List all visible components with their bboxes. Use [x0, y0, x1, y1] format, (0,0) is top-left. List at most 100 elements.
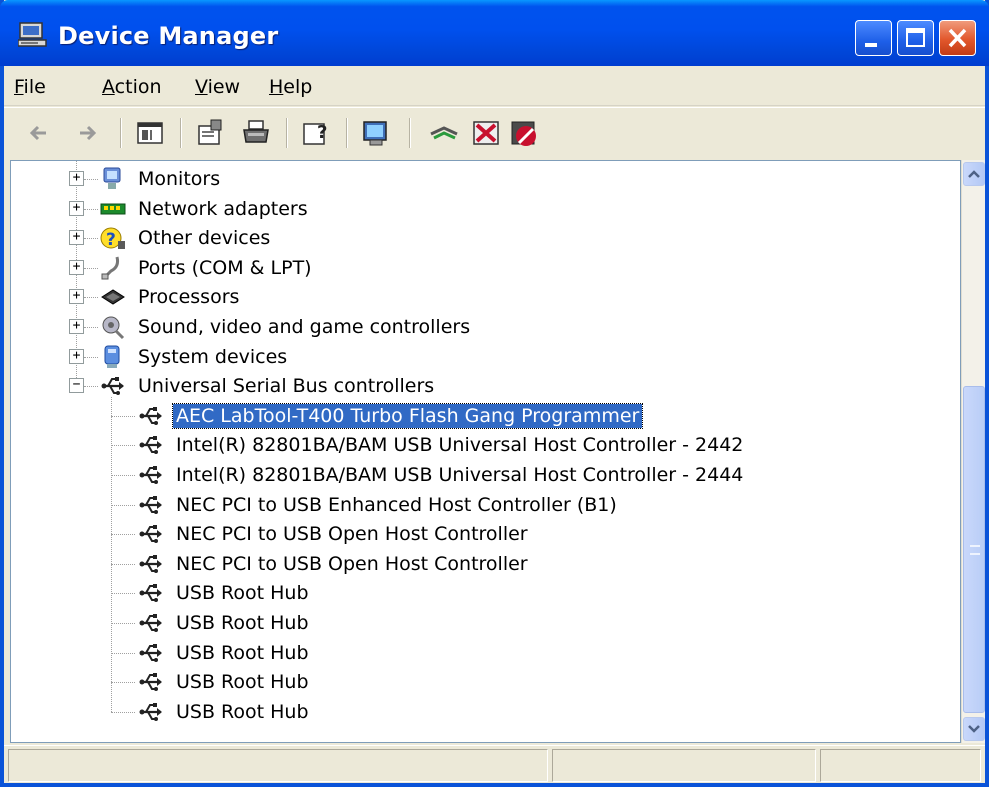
tree-category[interactable]: ? Other devices: [99, 223, 273, 253]
tree-device-item[interactable]: USB Root Hub: [137, 638, 312, 668]
close-button[interactable]: [939, 20, 976, 56]
minimize-button[interactable]: [855, 20, 892, 56]
tree-connector-line: [111, 593, 135, 595]
tree-category-label: Sound, video and game controllers: [138, 316, 471, 338]
tree-connector-line: [84, 327, 98, 328]
tree-device-item[interactable]: Intel(R) 82801BA/BAM USB Universal Host …: [137, 430, 746, 460]
properties-icon[interactable]: [194, 118, 226, 148]
tree-connector-line: [84, 208, 98, 210]
tree-device-label: USB Root Hub: [176, 582, 309, 605]
tree-category[interactable]: System devices: [99, 342, 290, 372]
menu-action-mnemonic: A: [102, 76, 115, 98]
tree-expander[interactable]: +: [69, 289, 84, 305]
computer-icon: [18, 22, 47, 47]
minimize-icon: [865, 43, 877, 47]
tree-device-label: Intel(R) 82801BA/BAM USB Universal Host …: [176, 434, 744, 457]
tree-connector-line: [84, 267, 98, 269]
chevron-down-icon: [968, 725, 980, 733]
toolbar: ?: [4, 107, 985, 157]
usb-icon: [139, 673, 162, 692]
tree-device-label-selected: AEC LabTool-T400 Turbo Flash Gang Progra…: [171, 402, 644, 429]
usb-icon: [139, 614, 162, 632]
tree-device-label: NEC PCI to USB Open Host Controller: [176, 552, 528, 575]
tree-connector-line: [84, 297, 98, 299]
print-icon[interactable]: [240, 118, 272, 148]
tree-category-label: System devices: [138, 345, 288, 368]
usb-icon: [139, 702, 162, 721]
tree-device-label: NEC PCI to USB Open Host Controller: [176, 523, 528, 546]
menu-help-label: elp: [283, 76, 313, 98]
tree-device-item[interactable]: NEC PCI to USB Open Host Controller: [137, 519, 531, 549]
maximize-icon: [906, 28, 925, 47]
disable-icon[interactable]: [508, 118, 540, 148]
tree-category-label: Network adapters: [138, 197, 308, 220]
scroll-down-button[interactable]: [963, 717, 985, 741]
show-hide-console-tree-icon[interactable]: [134, 118, 166, 148]
update-driver-icon[interactable]: [428, 118, 460, 148]
forward-arrow-icon[interactable]: [72, 118, 104, 148]
toolbar-separator: [409, 118, 411, 148]
tree-category-label: Other devices: [138, 227, 271, 250]
tree-category[interactable]: Sound, video and game controllers: [99, 312, 473, 342]
menu-help[interactable]: Help: [269, 76, 312, 98]
maximize-button[interactable]: [897, 20, 934, 56]
tree-expander[interactable]: +: [69, 230, 84, 246]
scan-hardware-icon[interactable]: [360, 118, 392, 148]
menu-action[interactable]: Action: [102, 76, 162, 98]
uninstall-icon[interactable]: [470, 118, 502, 148]
tree-connector-line: [111, 682, 135, 684]
tree-connector-line: [111, 652, 135, 654]
tree-category[interactable]: Universal Serial Bus controllers: [99, 371, 437, 401]
title-bar[interactable]: Device Manager: [0, 0, 989, 66]
vertical-scrollbar[interactable]: [961, 160, 985, 743]
tree-connector-line: [111, 534, 135, 536]
tree-expander[interactable]: +: [69, 171, 84, 186]
menu-view-mnemonic: V: [195, 76, 208, 98]
tree-category-label: Processors: [138, 286, 240, 309]
tree-connector-line: [84, 356, 98, 358]
tree-connector-line: [111, 415, 135, 417]
usb-icon: [139, 436, 162, 455]
status-pane-main: [8, 749, 548, 782]
tree-expander[interactable]: +: [69, 319, 84, 334]
tree-connector-line: [111, 711, 135, 713]
usb-icon: [139, 643, 162, 662]
tree-expander[interactable]: −: [69, 378, 84, 394]
network-card-icon: [100, 203, 126, 215]
tree-device-item[interactable]: USB Root Hub: [137, 578, 312, 608]
tree-category[interactable]: Monitors: [99, 164, 223, 194]
tree-device-item[interactable]: USB Root Hub: [137, 608, 312, 638]
tree-connector-line: [111, 623, 135, 624]
tree-expander[interactable]: +: [69, 200, 84, 216]
back-arrow-icon[interactable]: [24, 118, 56, 148]
tree-category[interactable]: Processors: [99, 282, 242, 312]
scroll-up-button[interactable]: [963, 162, 985, 186]
processor-icon: [101, 289, 125, 305]
monitor-icon: [103, 167, 121, 189]
tree-expander[interactable]: +: [69, 348, 84, 364]
tree-device-item[interactable]: USB Root Hub: [137, 667, 312, 697]
menu-file[interactable]: File: [14, 76, 46, 98]
tree-device-item[interactable]: USB Root Hub: [137, 697, 312, 727]
tree-device-item[interactable]: Intel(R) 82801BA/BAM USB Universal Host …: [137, 460, 746, 490]
tree-connector-line: [84, 386, 98, 388]
menu-view[interactable]: View: [195, 76, 240, 98]
tree-category[interactable]: Ports (COM & LPT): [99, 253, 315, 283]
usb-icon: [139, 525, 162, 544]
tree-expander[interactable]: +: [69, 259, 84, 275]
close-icon: [948, 28, 967, 48]
toolbar-separator: [180, 118, 182, 148]
scroll-thumb[interactable]: [963, 386, 985, 713]
usb-icon: [139, 584, 162, 603]
usb-icon: [139, 466, 162, 484]
tree-device-item[interactable]: NEC PCI to USB Open Host Controller: [137, 549, 531, 579]
usb-icon: [139, 406, 162, 425]
help-icon[interactable]: ?: [300, 118, 332, 148]
toolbar-separator: [346, 118, 348, 148]
svg-text:?: ?: [106, 230, 116, 250]
tree-device-item[interactable]: NEC PCI to USB Enhanced Host Controller …: [137, 490, 620, 520]
tree-device-item[interactable]: AEC LabTool-T400 Turbo Flash Gang Progra…: [137, 401, 644, 431]
tree-connector-line: [111, 504, 135, 506]
device-tree[interactable]: + Monitors + Network adapters +? Other device…: [10, 160, 961, 743]
tree-category[interactable]: Network adapters: [99, 194, 311, 224]
